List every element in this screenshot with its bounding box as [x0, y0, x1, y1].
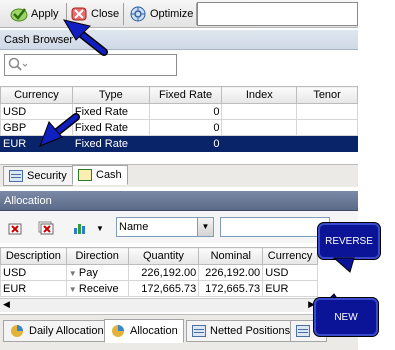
arrow-icon: [62, 19, 108, 56]
callout-pointer: [332, 257, 355, 273]
callout-reverse: REVERSE: [318, 223, 380, 259]
callout-new: NEW: [314, 298, 378, 336]
arrow-icon: [39, 113, 80, 147]
